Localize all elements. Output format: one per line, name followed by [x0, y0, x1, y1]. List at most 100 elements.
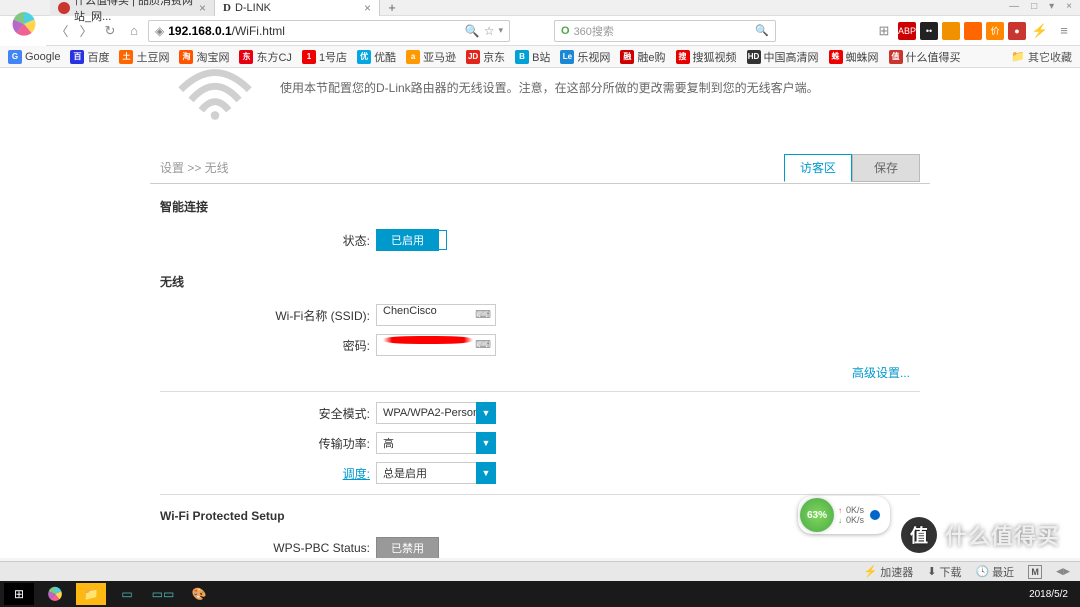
m-button[interactable]: M	[1028, 565, 1042, 579]
header-description: 使用本节配置您的D-Link路由器的无线设置。注意，在这部分所做的更改需要复制到…	[280, 78, 930, 124]
taskbar-app[interactable]: ▭▭	[148, 583, 178, 605]
browser-tab[interactable]: 什么值得买 | 品质消费网站_网... ×	[50, 0, 215, 16]
url-text: 192.168.0.1/WiFi.html	[168, 24, 285, 38]
tab-favicon: D	[223, 2, 231, 14]
keyboard-icon[interactable]: ⌨	[475, 308, 491, 321]
bookmark[interactable]: 搜搜狐视频	[676, 49, 737, 65]
search-button[interactable]: 🔍	[755, 24, 769, 37]
speed-widget[interactable]: 63% ↑↓ 0K/s0K/s	[798, 496, 890, 534]
search-icon[interactable]: 🔍	[465, 24, 480, 38]
bookmark[interactable]: Le乐视网	[560, 49, 610, 65]
close-window-icon[interactable]: ×	[1066, 1, 1072, 12]
search-placeholder: 360搜索	[574, 23, 614, 39]
ext-icon[interactable]	[942, 22, 960, 40]
start-button[interactable]: ⊞	[4, 583, 34, 605]
visitor-tab[interactable]: 访客区	[784, 154, 852, 182]
new-tab-button[interactable]: +	[380, 0, 404, 16]
bookmark[interactable]: 蛛蜘蛛网	[829, 49, 879, 65]
power-select[interactable]: 高▼	[376, 432, 496, 454]
bookmark[interactable]: 东东方CJ	[239, 49, 291, 65]
bookmark[interactable]: 优优酷	[357, 49, 396, 65]
lightning-icon[interactable]: ⚡	[1030, 21, 1050, 41]
ext-menu-icon[interactable]: ⊞	[874, 21, 894, 41]
speed-dot	[870, 510, 880, 520]
ext-icon[interactable]: 价	[986, 22, 1004, 40]
toggle-handle[interactable]	[439, 230, 447, 250]
recent-button[interactable]: 🕓最近	[975, 564, 1014, 580]
speed-percentage: 63%	[800, 498, 834, 532]
status-label: 状态:	[160, 232, 376, 249]
bookmark-bar: GGoogle 百百度 土土豆网 淘淘宝网 东东方CJ 11号店 优优酷 a亚马…	[0, 46, 1080, 68]
browser-tab-active[interactable]: D D-LINK ×	[215, 0, 380, 16]
ssid-input[interactable]: ChenCisco⌨	[376, 304, 496, 326]
accelerator-button[interactable]: ⚡加速器	[864, 564, 914, 580]
search-input[interactable]: O 360搜索 🔍	[554, 20, 776, 42]
reload-button[interactable]: ↻	[100, 21, 120, 41]
search-provider-icon: O	[561, 25, 570, 37]
breadcrumb: 设置 >> 无线	[160, 159, 229, 176]
save-button[interactable]: 保存	[852, 154, 920, 182]
tab-title: D-LINK	[235, 2, 271, 14]
ext-icon[interactable]: ●	[1008, 22, 1026, 40]
taskbar-clock[interactable]: 2018/5/2	[1029, 589, 1076, 600]
bookmark[interactable]: 百百度	[70, 49, 109, 65]
maximize-icon[interactable]: □	[1031, 1, 1037, 12]
section-title: 无线	[160, 273, 920, 290]
chevron-down-icon: ▼	[476, 402, 496, 424]
password-label: 密码:	[160, 337, 376, 354]
bookmark[interactable]: JD京东	[466, 49, 505, 65]
taskbar-app[interactable]	[40, 583, 70, 605]
schedule-select[interactable]: 总是启用▼	[376, 462, 496, 484]
power-label: 传输功率:	[160, 435, 376, 452]
abp-icon[interactable]: ABP	[898, 22, 916, 40]
bookmark-folder[interactable]: 📁 其它收藏	[1011, 49, 1072, 65]
dropdown-icon[interactable]: ▾	[1049, 1, 1054, 12]
wifi-icon	[170, 68, 260, 124]
keyboard-icon[interactable]: ⌨	[475, 338, 491, 351]
minimize-icon[interactable]: —	[1009, 1, 1019, 12]
star-icon[interactable]: ☆	[484, 24, 495, 38]
bookmark[interactable]: 融融e购	[620, 49, 665, 65]
tab-favicon	[58, 2, 70, 14]
forward-button[interactable]: 〉	[76, 21, 96, 41]
advanced-link[interactable]: 高级设置...	[160, 364, 920, 381]
dropdown-icon[interactable]: ▾	[498, 25, 503, 36]
close-icon[interactable]: ×	[199, 1, 206, 15]
taskbar-app[interactable]: 📁	[76, 583, 106, 605]
ext-icon[interactable]: ••	[920, 22, 938, 40]
wps-pbc-label: WPS-PBC Status:	[160, 541, 376, 555]
bookmark[interactable]: a亚马逊	[406, 49, 456, 65]
bookmark[interactable]: 淘淘宝网	[179, 49, 229, 65]
section-title: 智能连接	[160, 198, 920, 215]
taskbar-app[interactable]: 🎨	[184, 583, 214, 605]
ssid-label: Wi-Fi名称 (SSID):	[160, 307, 376, 324]
security-label: 安全模式:	[160, 405, 376, 422]
bookmark[interactable]: GGoogle	[8, 50, 60, 64]
close-icon[interactable]: ×	[364, 1, 371, 15]
wps-pbc-toggle[interactable]: 已禁用	[376, 537, 439, 558]
taskbar-app[interactable]: ▭	[112, 583, 142, 605]
bookmark[interactable]: 值什么值得买	[889, 49, 961, 65]
chevron-down-icon: ▼	[476, 432, 496, 454]
shield-icon: ◈	[155, 24, 164, 38]
status-toggle[interactable]: 已启用	[376, 229, 439, 251]
security-select[interactable]: WPA/WPA2-Personal▼	[376, 402, 496, 424]
password-input[interactable]: ⌨	[376, 334, 496, 356]
url-input[interactable]: ◈ 192.168.0.1/WiFi.html 🔍 ☆ ▾	[148, 20, 510, 42]
ext-icon[interactable]	[964, 22, 982, 40]
redacted	[383, 336, 473, 344]
watermark: 值 什么值得买	[901, 517, 1060, 553]
taskbar: ⊞ 📁 ▭ ▭▭ 🎨 2018/5/2	[0, 581, 1080, 607]
speed-down: 0K/s	[846, 515, 864, 525]
back-button[interactable]: 〈	[52, 21, 72, 41]
bookmark[interactable]: 11号店	[302, 49, 347, 65]
browser-status-bar: ⚡加速器 ⬇下载 🕓最近 M ◀▶	[0, 561, 1080, 581]
menu-icon[interactable]: ≡	[1054, 21, 1074, 41]
speed-up: 0K/s	[846, 505, 864, 515]
download-button[interactable]: ⬇下载	[927, 564, 961, 580]
bookmark[interactable]: BB站	[515, 49, 550, 65]
browser-logo	[7, 7, 40, 40]
bookmark[interactable]: 土土豆网	[119, 49, 169, 65]
bookmark[interactable]: HD中国高清网	[747, 49, 819, 65]
home-button[interactable]: ⌂	[124, 21, 144, 41]
